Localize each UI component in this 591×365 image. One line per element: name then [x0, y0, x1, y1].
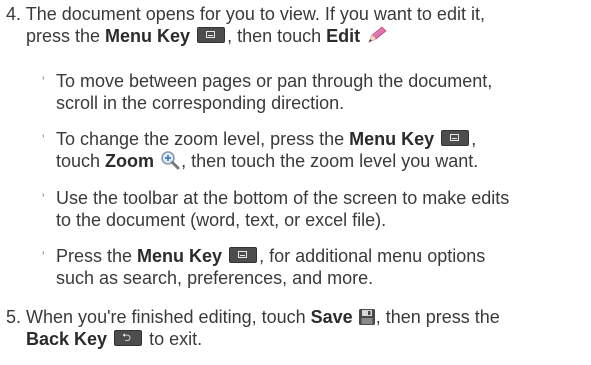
bullet-mark: ' — [42, 131, 45, 147]
magnifier-zoom-icon — [161, 151, 180, 170]
step-4-line-2: press the Menu Key , then touch Edit — [26, 25, 389, 47]
step-4-line-1: 4. The document opens for you to view. I… — [6, 3, 485, 25]
menu-key-label: Menu Key — [105, 26, 191, 46]
floppy-disk-icon — [358, 309, 375, 325]
menu-key-icon — [229, 247, 258, 263]
pencil-icon — [368, 26, 387, 43]
back-key-label: Back Key — [26, 329, 108, 349]
save-label: Save — [310, 307, 353, 327]
step-4-text-a: The document opens for you to view. If y… — [25, 4, 485, 24]
bullet-mark: ' — [42, 73, 45, 89]
menu-key-icon — [441, 130, 470, 146]
bullet-mark: ' — [42, 248, 45, 264]
back-arrow-key-icon: ⮌ — [114, 330, 143, 346]
step-4-number: 4. — [6, 4, 22, 24]
edit-label: Edit — [326, 26, 361, 46]
menu-key-label: Menu Key — [137, 246, 223, 266]
zoom-label: Zoom — [105, 151, 155, 171]
menu-key-label: Menu Key — [349, 129, 435, 149]
bullet-mark: ' — [42, 190, 45, 206]
menu-key-icon — [197, 27, 226, 43]
step-5-number: 5. — [6, 307, 22, 327]
